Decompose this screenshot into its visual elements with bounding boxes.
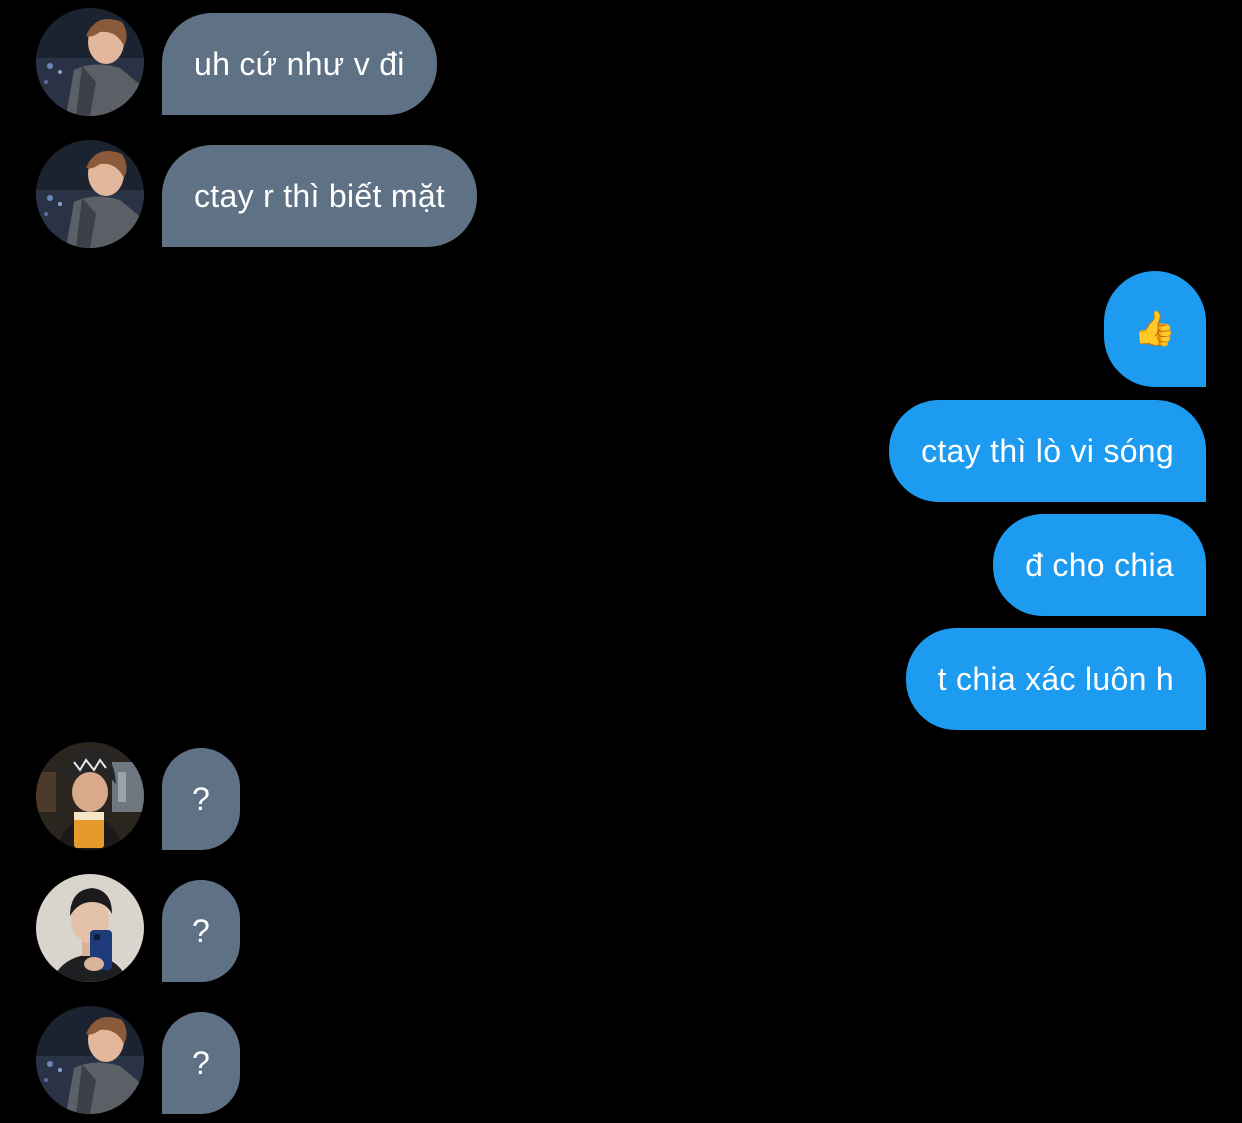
message-bubble-outgoing[interactable]: 👍 xyxy=(1104,271,1206,387)
message-bubble-outgoing[interactable]: đ cho chia xyxy=(993,514,1206,616)
message-row: uh cứ như v đi xyxy=(0,8,1242,116)
message-row: ? xyxy=(0,742,1242,850)
message-text: ? xyxy=(191,912,211,949)
avatar-user-a[interactable] xyxy=(36,1006,144,1114)
message-row: 👍 xyxy=(0,271,1242,387)
message-bubble-incoming[interactable]: ? xyxy=(162,748,240,850)
avatar-photo-icon xyxy=(36,742,144,850)
message-text: ? xyxy=(191,1044,211,1081)
message-row: ctay thì lò vi sóng xyxy=(0,400,1242,502)
message-text: đ cho chia xyxy=(1025,546,1174,583)
message-bubble-incoming[interactable]: ? xyxy=(162,1012,240,1114)
message-text: uh cứ như v đi xyxy=(194,45,405,82)
message-text: ctay thì lò vi sóng xyxy=(921,432,1174,469)
avatar-photo-icon xyxy=(36,874,144,982)
message-text: t chia xác luôn h xyxy=(937,660,1174,697)
avatar-user-a[interactable] xyxy=(36,140,144,248)
message-bubble-incoming[interactable]: ? xyxy=(162,880,240,982)
avatar-photo-icon xyxy=(36,8,144,116)
avatar-user-c[interactable] xyxy=(36,874,144,982)
message-bubble-outgoing[interactable]: t chia xác luôn h xyxy=(905,628,1206,730)
message-row: ctay r thì biết mặt xyxy=(0,140,1242,248)
message-bubble-incoming[interactable]: ctay r thì biết mặt xyxy=(162,145,478,247)
message-bubble-outgoing[interactable]: ctay thì lò vi sóng xyxy=(889,400,1206,502)
avatar-photo-icon xyxy=(36,140,144,248)
avatar-photo-icon xyxy=(36,1006,144,1114)
message-text: ctay r thì biết mặt xyxy=(194,177,446,214)
message-text: ? xyxy=(191,780,211,817)
message-row: ? xyxy=(0,874,1242,982)
message-bubble-incoming[interactable]: uh cứ như v đi xyxy=(162,13,437,115)
message-row: ? xyxy=(0,1006,1242,1114)
message-row: đ cho chia xyxy=(0,514,1242,616)
message-row: t chia xác luôn h xyxy=(0,628,1242,730)
avatar-user-a[interactable] xyxy=(36,8,144,116)
avatar-user-b[interactable] xyxy=(36,742,144,850)
thumbs-up-emoji: 👍 xyxy=(1133,310,1177,348)
